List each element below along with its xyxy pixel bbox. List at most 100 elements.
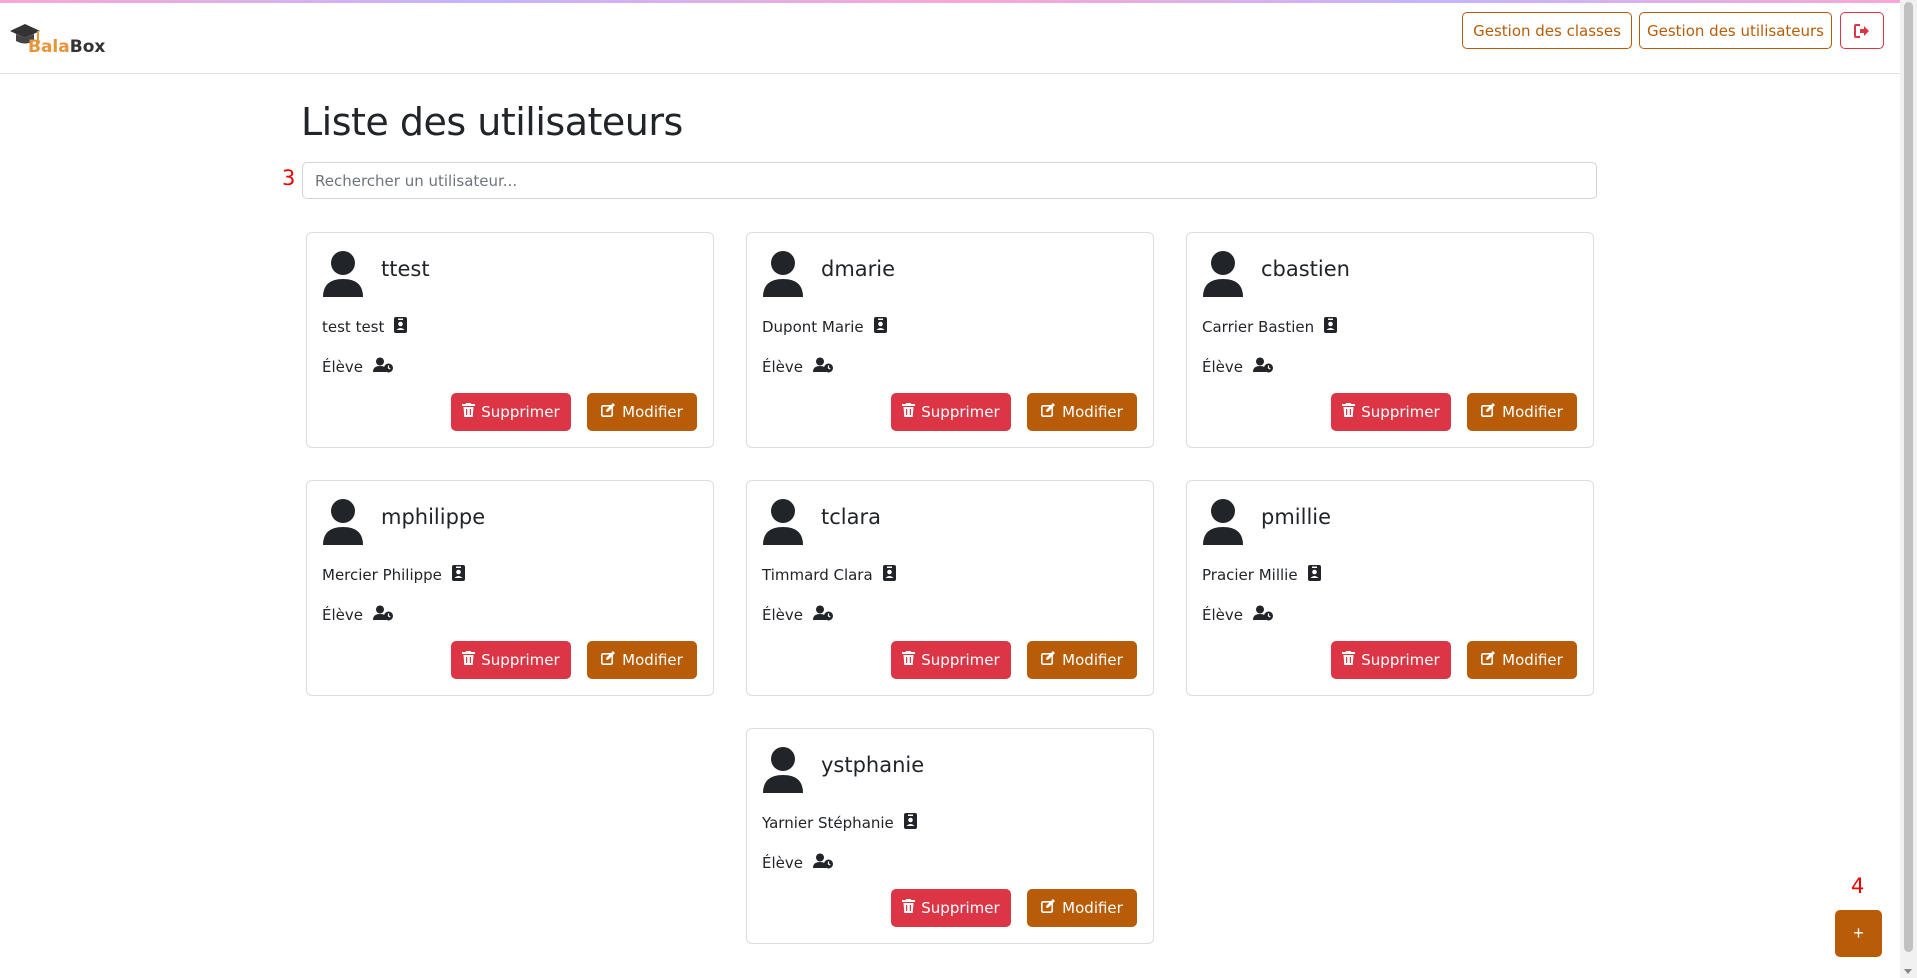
- logo-text: BalaBox: [28, 37, 105, 57]
- user-role-row: Élève: [762, 357, 834, 377]
- user-username: ystphanie: [821, 753, 925, 777]
- delete-user-button[interactable]: Supprimer: [1331, 393, 1451, 431]
- delete-user-label: Supprimer: [1361, 403, 1440, 421]
- logo-text-bala: Bala: [28, 37, 70, 57]
- delete-user-button[interactable]: Supprimer: [1331, 641, 1451, 679]
- id-badge-icon: [394, 317, 408, 337]
- delete-user-label: Supprimer: [921, 899, 1000, 917]
- delete-user-label: Supprimer: [921, 403, 1000, 421]
- edit-user-button[interactable]: Modifier: [1027, 641, 1137, 679]
- edit-user-button[interactable]: Modifier: [1467, 393, 1577, 431]
- edit-user-button[interactable]: Modifier: [1027, 393, 1137, 431]
- trash-icon: [902, 899, 916, 917]
- user-clock-icon: [812, 357, 834, 377]
- user-role-row: Élève: [322, 357, 394, 377]
- user-avatar-icon: [761, 745, 805, 793]
- user-card: cbastien Carrier Bastien Élève Supprimer Mod…: [1186, 232, 1594, 448]
- user-fullname-row: Dupont Marie: [762, 317, 887, 337]
- id-badge-icon: [873, 317, 887, 337]
- user-role-row: Élève: [1202, 605, 1274, 625]
- trash-icon: [902, 403, 916, 421]
- user-clock-icon: [372, 605, 394, 625]
- edit-user-button[interactable]: Modifier: [587, 641, 697, 679]
- trash-icon: [1342, 403, 1356, 421]
- user-avatar-icon: [1201, 497, 1245, 545]
- delete-user-label: Supprimer: [1361, 651, 1440, 669]
- trash-icon: [462, 651, 476, 669]
- edit-icon: [1481, 403, 1496, 421]
- user-fullname: Yarnier Stéphanie: [762, 814, 894, 832]
- edit-user-label: Modifier: [1502, 651, 1563, 669]
- edit-user-button[interactable]: Modifier: [1467, 641, 1577, 679]
- user-username: pmillie: [1261, 505, 1332, 529]
- user-role: Élève: [762, 854, 803, 872]
- user-role-row: Élève: [1202, 357, 1274, 377]
- edit-user-label: Modifier: [622, 403, 683, 421]
- user-clock-icon: [1252, 605, 1274, 625]
- delete-user-button[interactable]: Supprimer: [891, 393, 1011, 431]
- user-username: mphilippe: [381, 505, 486, 529]
- user-role: Élève: [1202, 606, 1243, 624]
- user-fullname-row: Pracier Millie: [1202, 565, 1321, 585]
- delete-user-button[interactable]: Supprimer: [891, 889, 1011, 927]
- scrollbar[interactable]: [1900, 0, 1917, 978]
- user-username: tclara: [821, 505, 881, 529]
- user-username: cbastien: [1261, 257, 1350, 281]
- user-role: Élève: [322, 358, 363, 376]
- delete-user-button[interactable]: Supprimer: [451, 641, 571, 679]
- user-fullname: Mercier Philippe: [322, 566, 442, 584]
- user-card: pmillie Pracier Millie Élève Supprimer Modif…: [1186, 480, 1594, 696]
- edit-icon: [1041, 899, 1056, 917]
- user-clock-icon: [1252, 357, 1274, 377]
- user-avatar-icon: [1201, 249, 1245, 297]
- user-fullname: Timmard Clara: [762, 566, 873, 584]
- id-badge-icon: [903, 813, 917, 833]
- nav-gestion-utilisateurs-button[interactable]: Gestion des utilisateurs: [1639, 12, 1832, 49]
- user-fullname: Pracier Millie: [1202, 566, 1298, 584]
- nav-gestion-classes-button[interactable]: Gestion des classes: [1462, 12, 1632, 49]
- user-avatar-icon: [761, 497, 805, 545]
- edit-icon: [1041, 403, 1056, 421]
- user-fullname-row: Yarnier Stéphanie: [762, 813, 917, 833]
- user-fullname: Carrier Bastien: [1202, 318, 1315, 336]
- user-avatar-icon: [321, 497, 365, 545]
- user-username: dmarie: [821, 257, 896, 281]
- user-role: Élève: [1202, 358, 1243, 376]
- user-role-row: Élève: [762, 605, 834, 625]
- edit-icon: [601, 403, 616, 421]
- trash-icon: [1342, 651, 1356, 669]
- user-role: Élève: [762, 358, 803, 376]
- user-username: ttest: [381, 257, 430, 281]
- logo-text-box: Box: [69, 37, 106, 57]
- edit-user-button[interactable]: Modifier: [1027, 889, 1137, 927]
- page-title: Liste des utilisateurs: [301, 100, 683, 144]
- user-card: tclara Timmard Clara Élève Supprimer Modifie…: [746, 480, 1154, 696]
- user-fullname-row: test test: [322, 317, 408, 337]
- search-input[interactable]: [302, 162, 1597, 199]
- delete-user-label: Supprimer: [481, 403, 560, 421]
- edit-user-button[interactable]: Modifier: [587, 393, 697, 431]
- user-fullname-row: Mercier Philippe: [322, 565, 465, 585]
- user-avatar-icon: [321, 249, 365, 297]
- scroll-down-arrow[interactable]: [1904, 969, 1912, 974]
- edit-user-label: Modifier: [1502, 403, 1563, 421]
- user-avatar-icon: [761, 249, 805, 297]
- user-fullname: test test: [322, 318, 385, 336]
- logout-button[interactable]: [1840, 12, 1884, 49]
- id-badge-icon: [1324, 317, 1338, 337]
- delete-user-label: Supprimer: [481, 651, 560, 669]
- edit-user-label: Modifier: [1062, 899, 1123, 917]
- sign-out-icon: [1854, 23, 1869, 38]
- delete-user-button[interactable]: Supprimer: [891, 641, 1011, 679]
- annotation-marker-3: 3: [282, 166, 296, 190]
- user-role-row: Élève: [762, 853, 834, 873]
- edit-icon: [601, 651, 616, 669]
- delete-user-button[interactable]: Supprimer: [451, 393, 571, 431]
- user-card: dmarie Dupont Marie Élève Supprimer Modifier: [746, 232, 1154, 448]
- delete-user-label: Supprimer: [921, 651, 1000, 669]
- edit-icon: [1481, 651, 1496, 669]
- scrollbar-thumb[interactable]: [1904, 2, 1913, 952]
- add-user-button[interactable]: +: [1835, 910, 1882, 957]
- user-card: mphilippe Mercier Philippe Élève Supprimer M…: [306, 480, 714, 696]
- user-clock-icon: [812, 853, 834, 873]
